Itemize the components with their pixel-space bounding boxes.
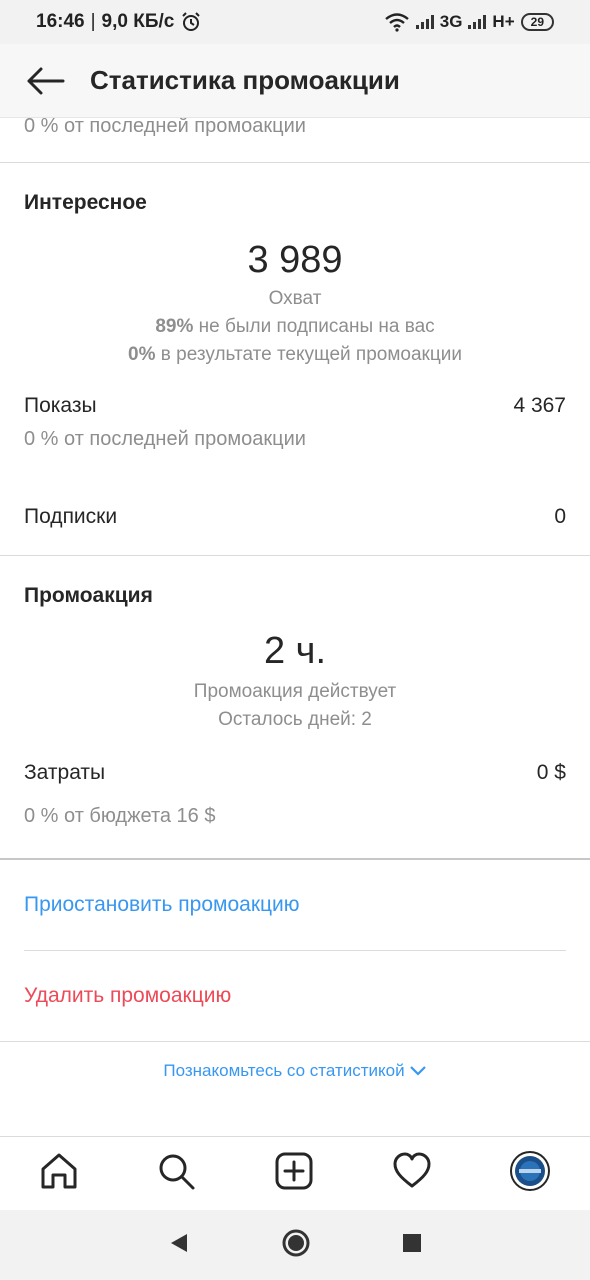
alarm-icon	[182, 12, 201, 31]
status-separator: |	[90, 11, 96, 32]
tab-search[interactable]	[156, 1151, 196, 1196]
status-right: 3G H+ 29	[384, 12, 554, 32]
status-left: 16:46 | 9,0 КБ/с	[36, 11, 202, 33]
impressions-row: Показы 4 367	[0, 394, 590, 418]
reach-value: 3 989	[247, 239, 343, 281]
app-header: Статистика промоакции	[0, 44, 590, 118]
nav-home-button[interactable]	[281, 1228, 311, 1263]
battery-icon: 29	[520, 13, 554, 31]
follows-label: Подписки	[24, 505, 118, 528]
back-button[interactable]	[0, 44, 90, 118]
system-nav-bar	[0, 1210, 590, 1280]
nav-recent-button[interactable]	[401, 1232, 423, 1259]
pct-nonfollowers: 89%	[155, 316, 194, 337]
back-arrow-icon	[27, 67, 65, 94]
home-icon	[41, 1153, 77, 1189]
section-title-interesting: Интересное	[24, 191, 147, 214]
chevron-down-icon	[409, 1066, 426, 1076]
spend-value: 0 $	[536, 761, 566, 784]
page-title: Статистика промоакции	[90, 65, 400, 95]
follows-row: Подписки 0	[0, 505, 590, 529]
follows-value: 0	[554, 505, 566, 528]
pause-promo-button[interactable]: Приостановить промоакцию	[0, 860, 590, 950]
signal-icon-2	[468, 15, 487, 29]
pct-from-promo: 0%	[128, 344, 156, 365]
previous-promo-note: 0 % от последней промоакции	[24, 118, 306, 137]
status-net-speed: 9,0 КБ/с	[101, 11, 175, 32]
avatar	[510, 1151, 551, 1191]
tab-activity[interactable]	[392, 1151, 432, 1196]
status-hplus: H+	[492, 12, 515, 31]
stats-content[interactable]: 0 % от последней промоакции Интересное 3…	[0, 118, 590, 1100]
reach-label: Охват	[268, 288, 322, 309]
nav-recent-icon	[403, 1233, 421, 1252]
spend-row: Затраты 0 $	[0, 761, 590, 785]
spend-label: Затраты	[24, 761, 106, 784]
days-left: Осталось дней: 2	[218, 709, 372, 730]
delete-promo-button[interactable]: Удалить промоакцию	[0, 951, 590, 1041]
tab-home[interactable]	[39, 1151, 79, 1196]
signal-icon	[415, 15, 434, 29]
tab-add[interactable]	[274, 1151, 314, 1196]
tab-profile[interactable]	[509, 1150, 551, 1197]
add-post-icon	[275, 1152, 313, 1190]
duration-label: Промоакция действует	[193, 681, 397, 702]
impressions-value: 4 367	[513, 394, 566, 417]
status-bar: 16:46 | 9,0 КБ/с 3G H+ 29	[0, 0, 590, 44]
status-3g: 3G	[439, 12, 463, 31]
impressions-label: Показы	[24, 394, 97, 417]
learn-more-link[interactable]: Познакомьтесь со статистикой	[0, 1042, 590, 1100]
impressions-note: 0 % от последней промоакции	[24, 428, 306, 450]
pct-nonfollowers-text: не были подписаны на вас	[198, 316, 435, 337]
duration-value: 2 ч.	[263, 630, 327, 672]
nav-back-button[interactable]	[167, 1231, 191, 1260]
spend-note: 0 % от бюджета 16 $	[24, 805, 216, 827]
wifi-icon	[384, 13, 409, 32]
reach-nonfollowers: 89% не были подписаны на вас	[0, 316, 590, 338]
learn-more-label: Познакомьтесь со статистикой	[163, 1061, 405, 1080]
reach-from-promo: 0% в результате текущей промоакции	[0, 344, 590, 366]
pct-from-promo-text: в результате текущей промоакции	[160, 344, 462, 365]
nav-back-icon	[171, 1233, 187, 1252]
section-title-promo: Промоакция	[24, 584, 153, 607]
bottom-tab-bar	[0, 1136, 590, 1210]
heart-icon	[393, 1152, 431, 1188]
nav-home-icon	[282, 1229, 310, 1256]
status-time: 16:46	[36, 11, 85, 32]
search-icon	[159, 1154, 195, 1190]
